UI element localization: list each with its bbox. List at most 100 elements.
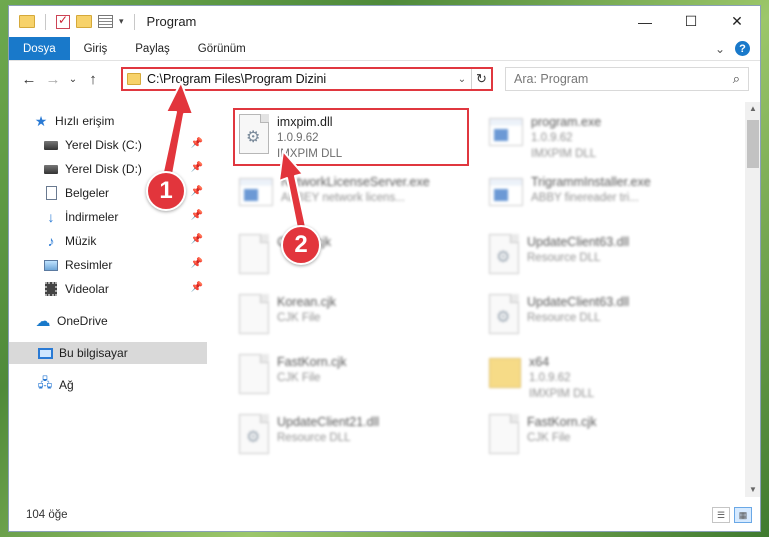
properties-icon[interactable] (98, 15, 113, 28)
file-name: TrigrammInstaller.exe (531, 175, 651, 189)
search-icon[interactable]: ⌕ (733, 71, 740, 87)
new-folder-icon[interactable] (76, 15, 92, 28)
address-path[interactable]: C:\Program Files\Program Dizini (147, 72, 326, 86)
sidebar-item-this-pc[interactable]: Bu bilgisayar (9, 342, 207, 364)
view-toggle: ☰ ▦ (712, 507, 760, 523)
file-icon (489, 414, 519, 454)
help-icon[interactable]: ? (735, 41, 750, 56)
tab-share[interactable]: Paylaş (121, 37, 184, 60)
file-item-x64[interactable]: x64 1.0.9.62 IMXPIM DLL (485, 350, 725, 402)
sidebar-item-label: Hızlı erişim (55, 114, 115, 128)
folder-icon (489, 358, 521, 388)
sidebar-item-label: Belgeler (65, 186, 110, 200)
tab-view[interactable]: Görünüm (184, 37, 260, 60)
dll-icon: ⚙ (489, 234, 519, 274)
computer-icon (37, 345, 53, 361)
sidebar-item-network[interactable]: 🖧 Ağ (9, 374, 207, 396)
close-button[interactable]: ✕ (714, 6, 760, 37)
tiles-view-icon[interactable]: ▦ (734, 507, 752, 523)
refresh-icon[interactable]: ↻ (471, 69, 491, 89)
minimize-button[interactable]: — (622, 6, 668, 37)
file-description: CJK File (277, 312, 321, 324)
pin-icon[interactable]: 📌 (191, 258, 203, 269)
maximize-button[interactable]: ☐ (668, 6, 714, 37)
sidebar-item-downloads[interactable]: ↓ İndirmeler 📌 (9, 206, 207, 228)
back-arrow-icon[interactable]: ← (17, 71, 41, 88)
videos-icon (43, 281, 59, 297)
pin-icon[interactable]: 📌 (191, 210, 203, 221)
file-item-fastkorn-cjk[interactable]: FastKorn.cjk CJK File (235, 350, 475, 402)
file-item-imxpim-dll[interactable]: ⚙ imxpim.dll 1.0.9.62 IMXPIM DLL (235, 110, 475, 162)
search-input[interactable]: Ara: Program ⌕ (505, 67, 749, 91)
address-bar[interactable]: C:\Program Files\Program Dizini ⌄ ↻ (121, 67, 493, 91)
file-name: UpdateClient21.dll (277, 415, 380, 429)
address-row: ← → ⌄ ↑ C:\Program Files\Program Dizini … (9, 64, 760, 94)
sidebar-item-videos[interactable]: Videolar 📌 (9, 278, 207, 300)
file-item-program-exe[interactable]: program.exe 1.0.9.62 IMXPIM DLL (485, 110, 725, 162)
file-icon (239, 234, 269, 274)
file-item-korean-cjk[interactable]: Korean.cjk CJK File (235, 290, 475, 342)
sidebar-item-label: OneDrive (57, 314, 108, 328)
sidebar-item-music[interactable]: ♪ Müzik 📌 (9, 230, 207, 252)
document-icon (43, 185, 59, 201)
pictures-icon (43, 257, 59, 273)
sidebar-item-local-disk-c[interactable]: Yerel Disk (C:) 📌 (9, 134, 207, 156)
forward-arrow-icon[interactable]: → (41, 71, 65, 88)
title-divider (133, 13, 135, 30)
pin-icon[interactable]: 📌 (191, 138, 203, 149)
file-description: Resource DLL (277, 432, 351, 444)
file-description: Resource DLL (527, 312, 601, 324)
recent-locations-chevron-icon[interactable]: ⌄ (65, 74, 81, 85)
dll-icon: ⚙ (489, 294, 519, 334)
scroll-down-arrow-icon[interactable]: ▼ (745, 483, 760, 497)
file-name: Korean.cjk (277, 295, 337, 309)
file-name: NetworkLicenseServer.exe (281, 175, 430, 189)
network-icon: 🖧 (37, 375, 53, 390)
sidebar-item-label: Ağ (59, 378, 74, 392)
sidebar-item-quick-access[interactable]: ★ Hızlı erişim (9, 110, 207, 132)
pin-icon[interactable]: 📌 (191, 186, 203, 197)
file-item-updateclient63-dll-2[interactable]: ⚙ UpdateClient63.dll Resource DLL (485, 290, 725, 342)
sidebar-item-label: Yerel Disk (C:) (65, 138, 142, 152)
file-name: UpdateClient63.dll (527, 235, 630, 249)
details-view-icon[interactable]: ☰ (712, 507, 730, 523)
exe-icon (489, 118, 523, 146)
cloud-icon: ☁ (35, 313, 51, 330)
tab-file[interactable]: Dosya (9, 37, 70, 60)
music-icon: ♪ (47, 233, 55, 249)
pin-icon[interactable]: 📌 (191, 234, 203, 245)
ribbon-right-controls: ⌄ ? (715, 37, 760, 60)
file-item-czech-cjk[interactable]: Czech.cjk (235, 230, 475, 282)
file-item-updateclient63-dll[interactable]: ⚙ UpdateClient63.dll Resource DLL (485, 230, 725, 282)
file-item-trigramm-installer[interactable]: TrigrammInstaller.exe ABBY finereader tr… (485, 170, 725, 222)
customize-toolbar-chevron-icon[interactable]: ▾ (119, 16, 124, 27)
tab-home[interactable]: Giriş (70, 37, 122, 60)
folder-icon (127, 73, 141, 85)
file-description: IMXPIM DLL (529, 388, 595, 400)
quick-access-toolbar: ▾ (9, 13, 139, 30)
file-item-updateclient21-dll[interactable]: ⚙ UpdateClient21.dll Resource DLL (235, 410, 475, 462)
dll-icon: ⚙ (239, 414, 269, 454)
vertical-scrollbar[interactable]: ▲ ▼ (745, 102, 760, 497)
pin-icon[interactable]: 📌 (191, 282, 203, 293)
file-name: x64 (529, 355, 550, 369)
pin-icon[interactable]: 📌 (191, 162, 203, 173)
scroll-thumb[interactable] (747, 120, 759, 168)
expand-ribbon-chevron-icon[interactable]: ⌄ (715, 42, 725, 56)
scroll-up-arrow-icon[interactable]: ▲ (745, 102, 760, 116)
exe-icon (239, 178, 273, 206)
address-dropdown-chevron-icon[interactable]: ⌄ (453, 74, 471, 85)
sidebar-item-label: Yerel Disk (D:) (65, 162, 142, 176)
file-description: ABBY finereader tri... (531, 192, 639, 204)
sidebar-item-pictures[interactable]: Resimler 📌 (9, 254, 207, 276)
up-arrow-icon[interactable]: ↑ (81, 71, 105, 88)
sidebar-item-onedrive[interactable]: ☁ OneDrive (9, 310, 207, 332)
file-name: UpdateClient63.dll (527, 295, 630, 309)
file-description: Resource DLL (527, 252, 601, 264)
properties-check-icon[interactable] (56, 13, 70, 29)
title-bar: ▾ Program — ☐ ✕ (9, 6, 760, 37)
file-description: ABBEY network licens... (281, 192, 405, 204)
file-item-fastkorn-cjk-2[interactable]: FastKorn.cjk CJK File (485, 410, 725, 462)
file-item-network-license-server[interactable]: NetworkLicenseServer.exe ABBEY network l… (235, 170, 475, 222)
file-icon (239, 354, 269, 394)
